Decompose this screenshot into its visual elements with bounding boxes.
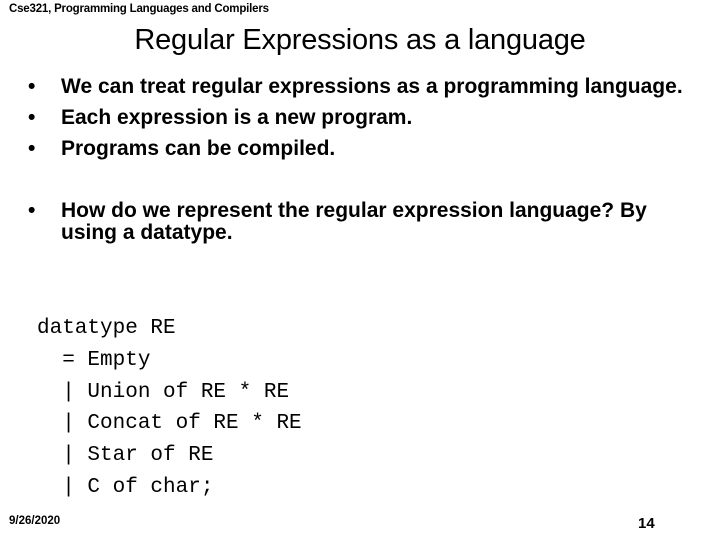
bullet-item: • Programs can be compiled. [28,138,688,160]
bullet-text: We can treat regular expressions as a pr… [61,75,683,98]
bullet-text: How do we represent the regular expressi… [61,199,647,244]
footer-date: 9/26/2020 [9,515,61,527]
bullet-item: • Each expression is a new program. [28,107,688,129]
code-line: | C of char; [37,475,214,499]
code-line: = Empty [37,348,151,372]
bullet-item: • How do we represent the regular express… [28,200,688,244]
code-line: | Star of RE [37,444,214,468]
code-block: datatype RE = Empty | Union of RE * RE |… [37,313,302,504]
course-header: Cse321, Programming Languages and Compil… [9,3,269,15]
bullet-text: Programs can be compiled. [61,137,336,160]
bullet-icon: • [28,199,36,222]
code-line: datatype RE [37,317,176,340]
bullet-item: • We can treat regular expressions as a p… [28,76,688,98]
page-number: 14 [638,515,655,532]
bullet-list: • We can treat regular expressions as a p… [28,76,688,253]
bullet-text: Each expression is a new program. [61,106,413,129]
bullet-icon: • [28,137,36,160]
bullet-icon: • [28,75,36,98]
code-line: | Union of RE * RE [37,380,290,404]
bullet-icon: • [28,106,36,129]
slide-title: Regular Expressions as a language [134,24,586,56]
code-line: | Concat of RE * RE [37,412,302,436]
